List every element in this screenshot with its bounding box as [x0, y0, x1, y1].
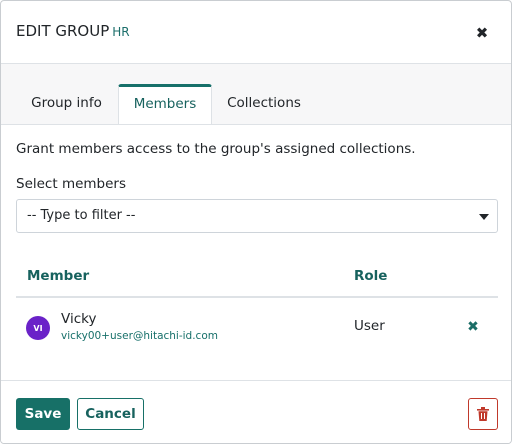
member-name: Vicky — [61, 311, 97, 327]
dialog-body: Group info Members Collections Grant mem… — [1, 64, 511, 380]
column-header-role: Role — [354, 268, 388, 284]
column-header-member: Member — [27, 268, 90, 284]
dialog-header: EDIT GROUP HR ✖ — [1, 1, 511, 64]
members-select[interactable]: -- Type to filter -- — [16, 199, 498, 233]
select-members-label: Select members — [16, 176, 127, 192]
chevron-down-icon — [479, 214, 489, 220]
save-button[interactable]: Save — [16, 398, 70, 430]
avatar: VI — [26, 316, 50, 340]
member-email: vicky00+user@hitachi-id.com — [61, 330, 218, 342]
tab-bar: Group info Members Collections — [1, 64, 511, 124]
delete-group-button[interactable] — [468, 398, 498, 430]
tab-collections[interactable]: Collections — [213, 84, 315, 124]
members-description: Grant members access to the group's assi… — [16, 141, 416, 157]
members-select-placeholder: -- Type to filter -- — [27, 208, 136, 223]
remove-icon: ✖ — [467, 319, 479, 335]
dialog-title-text: EDIT GROUP — [16, 22, 110, 40]
members-panel: Grant members access to the group's assi… — [1, 124, 511, 380]
close-button[interactable]: ✖ — [469, 22, 495, 44]
group-name: HR — [112, 25, 130, 39]
member-role: User — [354, 318, 385, 334]
edit-group-dialog: EDIT GROUP HR ✖ Group info Members Collec… — [0, 0, 512, 444]
tab-group-info[interactable]: Group info — [16, 84, 117, 124]
table-row: VI Vicky vicky00+user@hitachi-id.com Use… — [16, 299, 498, 357]
remove-member-button[interactable]: ✖ — [465, 319, 481, 335]
tab-members[interactable]: Members — [118, 84, 212, 124]
close-icon: ✖ — [475, 24, 489, 42]
dialog-footer: Save Cancel — [1, 380, 511, 443]
dialog-title: EDIT GROUP HR — [16, 22, 130, 40]
trash-icon — [477, 407, 489, 421]
cancel-button[interactable]: Cancel — [77, 398, 144, 430]
members-table-header: Member Role — [16, 265, 498, 298]
